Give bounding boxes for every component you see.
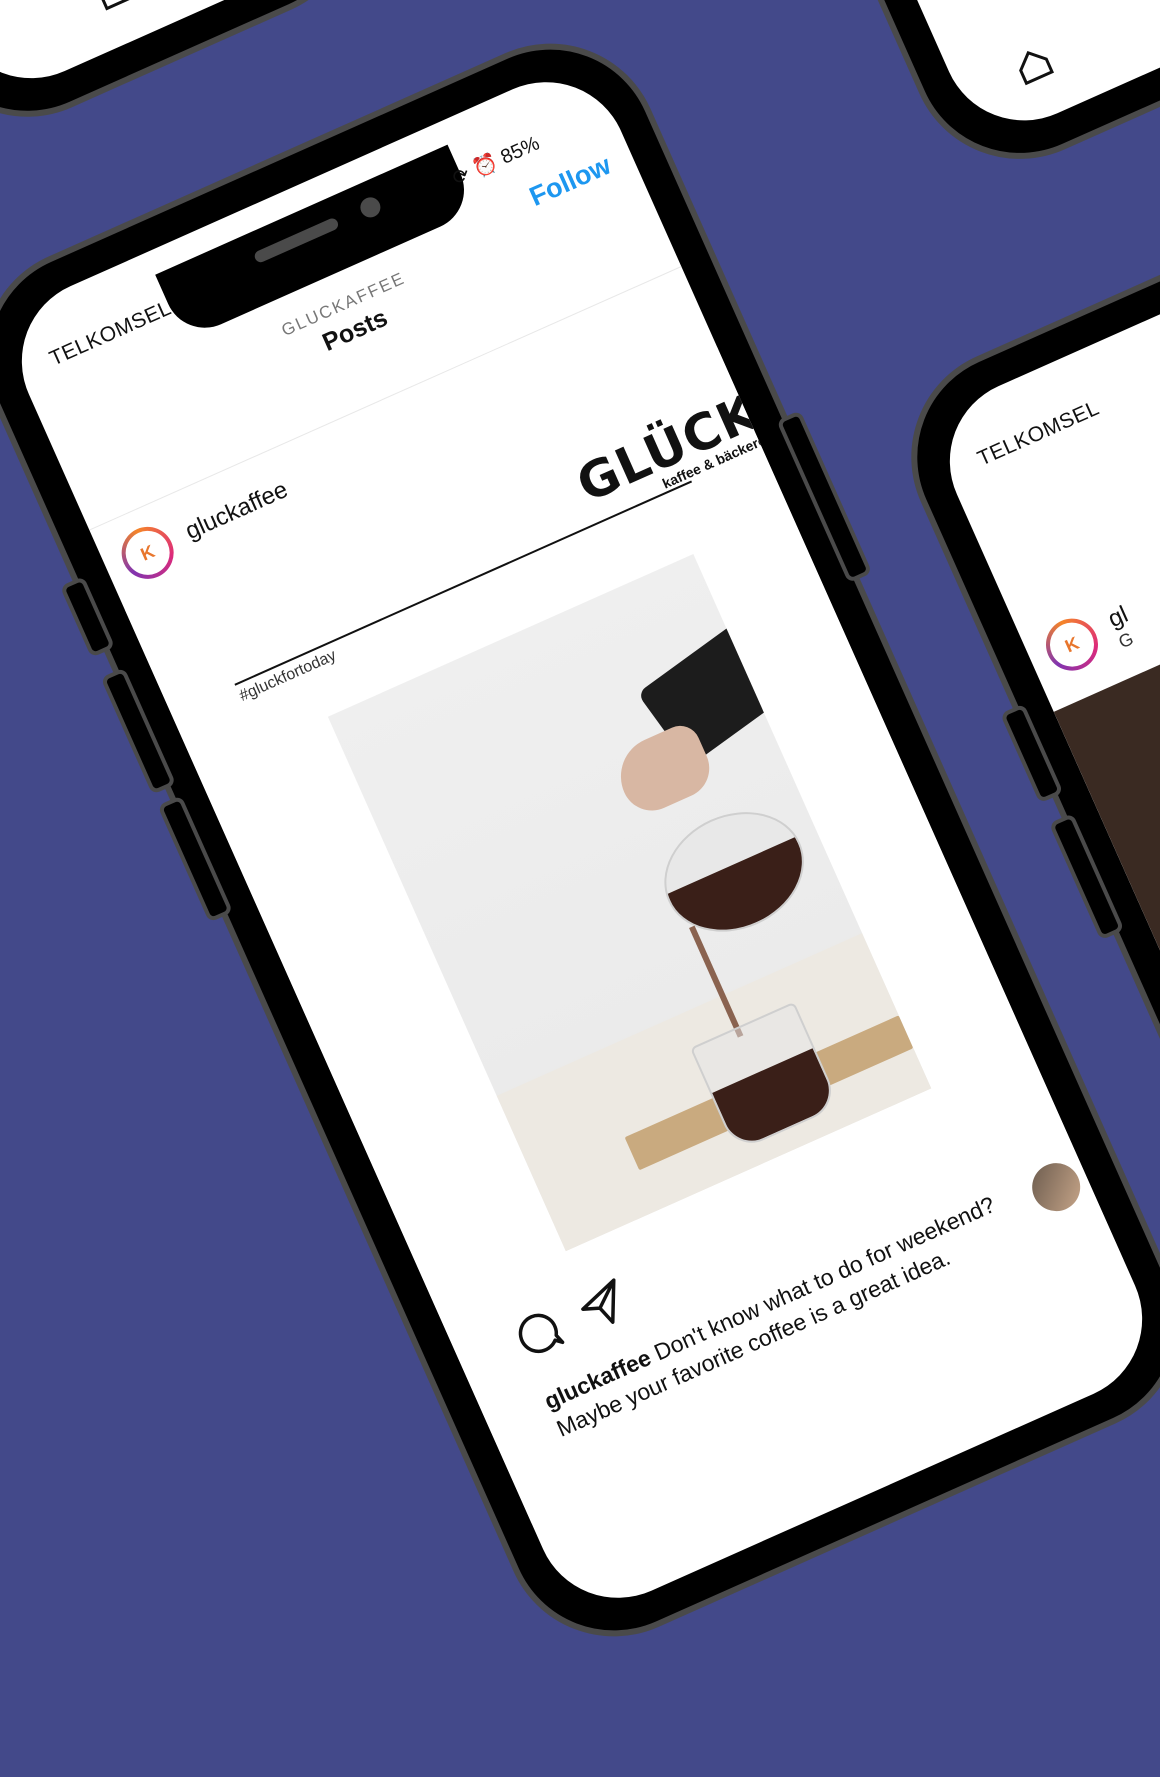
phone-top-right-screen	[808, 0, 1160, 147]
home-icon[interactable]	[88, 0, 141, 16]
carrier-label: TELKOMSEL	[974, 396, 1103, 471]
side-button	[59, 575, 116, 658]
side-button	[999, 703, 1064, 804]
avatar[interactable]: K	[113, 518, 182, 588]
alarm-icon: ⏰	[469, 150, 502, 182]
photo-carafe-coffee	[667, 837, 821, 951]
post-photo[interactable]	[327, 554, 932, 1252]
main-phone: TELKOMSEL ⟳ ⏰ 85% Follow GLUCKAFFEE Post…	[0, 8, 1160, 1672]
photo-carafe	[645, 790, 824, 954]
battery-label: 85%	[497, 132, 543, 169]
avatar[interactable]: K	[1037, 610, 1107, 679]
avatar-letter: K	[118, 523, 177, 582]
username-subtitle: G	[1115, 628, 1137, 653]
comment-icon[interactable]	[507, 1301, 570, 1364]
front-camera	[357, 194, 384, 221]
username[interactable]: gluckaffee	[181, 476, 292, 546]
speaker	[252, 216, 340, 265]
search-icon[interactable]	[1111, 0, 1160, 5]
home-icon[interactable]	[1007, 38, 1060, 91]
send-icon[interactable]	[572, 1273, 635, 1336]
brand-logo: GLÜCK kaffee & bäckerei	[568, 383, 771, 523]
phone-top-left-screen	[0, 0, 345, 105]
phone-top-right	[760, 0, 1160, 195]
carrier-label: TELKOMSEL	[46, 296, 175, 371]
avatar-letter: K	[1042, 615, 1102, 674]
post-photo	[1053, 448, 1160, 1078]
